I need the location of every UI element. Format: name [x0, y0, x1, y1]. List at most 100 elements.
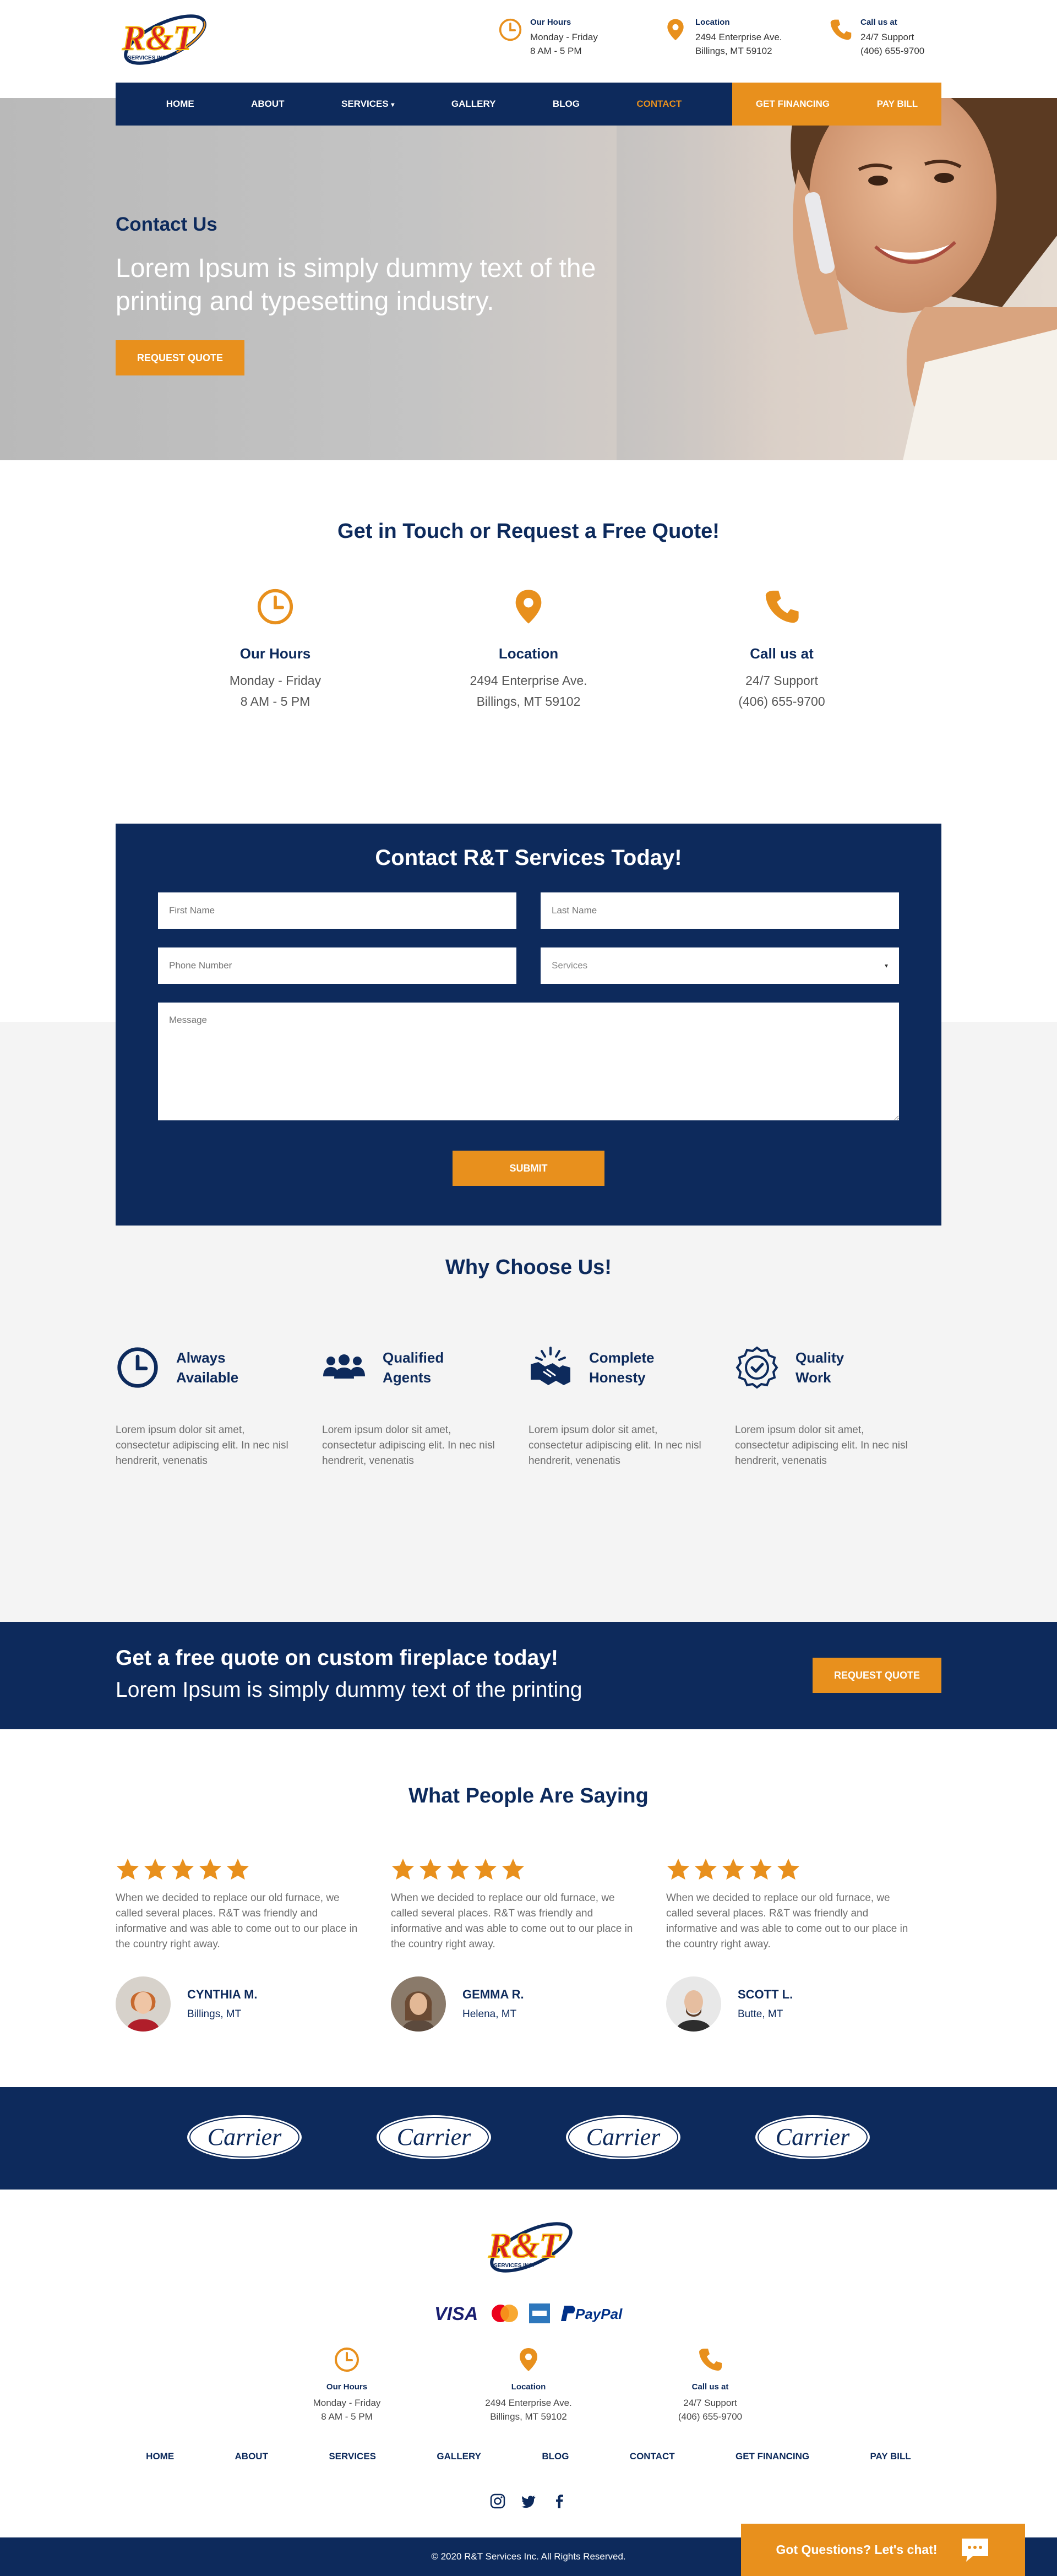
star-rating: [116, 1858, 361, 1881]
star-icon: [116, 1858, 140, 1881]
location-pin-icon: [515, 2346, 542, 2373]
nav-home[interactable]: HOME: [166, 99, 194, 110]
footer-nav-services[interactable]: SERVICES: [329, 2451, 376, 2462]
why-title: Why Choose Us!: [445, 1256, 612, 1279]
twitter-icon[interactable]: [520, 2493, 537, 2509]
phone-icon: [829, 18, 853, 42]
footer-hours-title: Our Hours: [326, 2382, 368, 2392]
hero-request-quote-button[interactable]: REQUEST QUOTE: [116, 340, 244, 375]
rt-logo[interactable]: R&T SERVICES INC.: [116, 7, 209, 77]
social-links: [0, 2493, 1057, 2509]
header-location: Location 2494 Enterprise Ave. Billings, …: [663, 18, 782, 58]
why-item-title-line1: Always: [176, 1349, 226, 1366]
author-city: Butte, MT: [738, 2008, 783, 2020]
footer-nav-contact[interactable]: CONTACT: [630, 2451, 675, 2462]
carrier-logo: Carrier: [185, 2113, 304, 2161]
nav-about[interactable]: ABOUT: [251, 99, 284, 110]
footer-location-title: Location: [511, 2382, 546, 2392]
message-textarea[interactable]: [158, 1003, 899, 1120]
hero-kicker: Contact Us: [116, 214, 217, 235]
touch-location-line1: 2494 Enterprise Ave.: [470, 673, 587, 688]
why-grid: Always Available Lorem ipsum dolor sit am…: [116, 1346, 941, 1469]
svg-text:R&T: R&T: [488, 2226, 562, 2265]
handshake-icon: [528, 1346, 573, 1390]
footer-nav-blog[interactable]: BLOG: [542, 2451, 569, 2462]
touch-hours-line2: 8 AM - 5 PM: [240, 694, 310, 709]
nav-cta-group: GET FINANCING PAY BILL: [732, 83, 941, 126]
nav-services-label: SERVICES: [341, 99, 389, 109]
touch-call-title: Call us at: [750, 645, 814, 662]
clock-icon: [256, 587, 295, 626]
facebook-icon[interactable]: [551, 2493, 568, 2509]
quote-banner: Get a free quote on custom fireplace tod…: [0, 1622, 1057, 1729]
header-call-line1: 24/7 Support: [860, 32, 914, 42]
svg-text:Carrier: Carrier: [586, 2123, 661, 2150]
touch-title: Get in Touch or Request a Free Quote!: [337, 520, 720, 543]
footer-nav-gallery[interactable]: GALLERY: [437, 2451, 481, 2462]
why-item-title-line2: Work: [796, 1369, 831, 1386]
hero-woman-on-phone-image: [617, 98, 1057, 460]
chat-label: Got Questions? Let's chat!: [776, 2542, 938, 2557]
svg-text:PayPal: PayPal: [575, 2306, 623, 2322]
nav-contact[interactable]: CONTACT: [636, 99, 682, 110]
header-call-phone[interactable]: (406) 655-9700: [860, 44, 924, 58]
header-hours-line1: Monday - Friday: [530, 32, 598, 42]
testimonials-grid: When we decided to replace our old furna…: [116, 1858, 941, 2032]
svg-text:R&T: R&T: [122, 18, 196, 57]
footer-nav-home[interactable]: HOME: [146, 2451, 174, 2462]
avatar: [666, 1976, 721, 2032]
header-hours-title: Our Hours: [530, 18, 571, 27]
quality-badge-icon: [735, 1346, 779, 1390]
footer-rt-logo[interactable]: R&T SERVICES INC.: [482, 2214, 575, 2285]
chevron-down-icon: ▾: [884, 962, 888, 970]
why-item-title-line1: Qualified: [383, 1349, 444, 1366]
star-icon: [501, 1858, 525, 1881]
footer-nav-get-financing[interactable]: GET FINANCING: [735, 2451, 809, 2462]
footer-nav-pay-bill[interactable]: PAY BILL: [870, 2451, 911, 2462]
phone-number-input[interactable]: [158, 947, 516, 984]
footer-location: Location 2494 Enterprise Ave. Billings, …: [462, 2346, 595, 2423]
header-location-line1: 2494 Enterprise Ave.: [695, 32, 782, 42]
why-item-title-line2: Agents: [383, 1369, 432, 1386]
testimonials-title: What People Are Saying: [408, 1784, 649, 1807]
banner-headline: Get a free quote on custom fireplace tod…: [116, 1646, 558, 1670]
submit-button[interactable]: SUBMIT: [453, 1151, 604, 1186]
header-call[interactable]: Call us at 24/7 Support (406) 655-9700: [829, 18, 924, 58]
footer-nav-about[interactable]: ABOUT: [235, 2451, 268, 2462]
last-name-input[interactable]: [541, 892, 899, 929]
form-row-names: [158, 892, 899, 929]
header-location-line2: Billings, MT 59102: [695, 46, 772, 56]
clock-icon: [116, 1346, 160, 1390]
get-in-touch-section: Get in Touch or Request a Free Quote! Ou…: [0, 460, 1057, 824]
footer-hours-line2: 8 AM - 5 PM: [321, 2411, 373, 2422]
nav-get-financing[interactable]: GET FINANCING: [756, 99, 830, 110]
nav-blog[interactable]: BLOG: [553, 99, 580, 110]
touch-hours-title: Our Hours: [239, 645, 311, 662]
touch-hours-line1: Monday - Friday: [229, 673, 322, 688]
why-item-honesty: Complete Honesty Lorem ipsum dolor sit am…: [528, 1346, 735, 1469]
avatar: [116, 1976, 171, 2032]
nav-pay-bill[interactable]: PAY BILL: [877, 99, 918, 110]
nav-links: HOME ABOUT SERVICES ▾ GALLERY BLOG CONTA…: [116, 83, 732, 126]
banner-request-quote-button[interactable]: REQUEST QUOTE: [813, 1658, 941, 1693]
svg-text:VISA: VISA: [434, 2303, 478, 2324]
footer-call-title: Call us at: [691, 2382, 729, 2392]
footer-call-phone[interactable]: (406) 655-9700: [644, 2410, 776, 2423]
chat-widget-button[interactable]: Got Questions? Let's chat!: [741, 2524, 1025, 2576]
author-name: SCOTT L.: [738, 1987, 793, 2001]
instagram-icon[interactable]: [489, 2493, 506, 2509]
visa-logo: VISA: [434, 2303, 478, 2324]
star-icon: [749, 1858, 773, 1881]
nav-gallery[interactable]: GALLERY: [451, 99, 496, 110]
why-item-agents: Qualified Agents Lorem ipsum dolor sit am…: [322, 1346, 528, 1469]
touch-location: Location 2494 Enterprise Ave. Billings, …: [424, 587, 633, 712]
first-name-input[interactable]: [158, 892, 516, 929]
footer-nav: HOME ABOUT SERVICES GALLERY BLOG CONTACT…: [116, 2451, 941, 2462]
nav-services[interactable]: SERVICES ▾: [341, 99, 394, 110]
touch-call-phone[interactable]: (406) 655-9700: [677, 691, 886, 712]
why-item-title-line1: Quality: [796, 1349, 844, 1366]
location-pin-icon: [509, 587, 548, 626]
copyright-text: © 2020 R&T Services Inc. All Rights Rese…: [431, 2551, 626, 2562]
services-select[interactable]: Services ▾: [541, 947, 899, 984]
header-location-title: Location: [695, 18, 730, 27]
